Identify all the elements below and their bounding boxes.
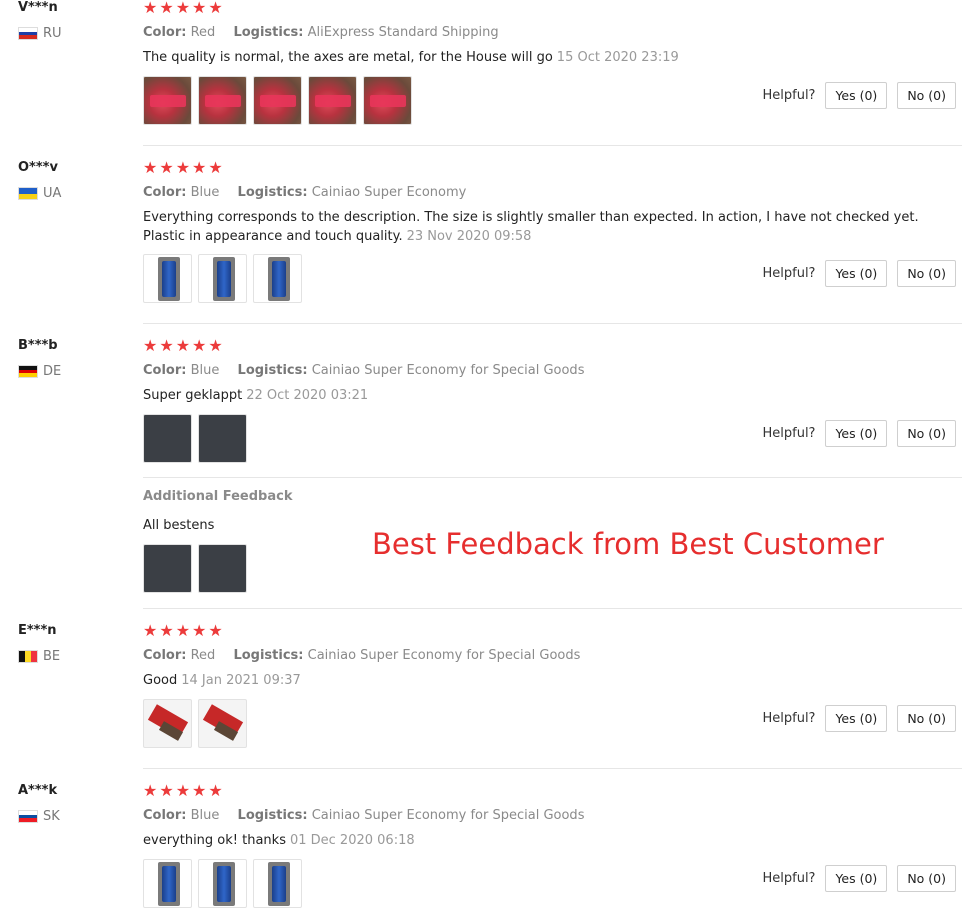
review-date: 15 Oct 2020 23:19: [556, 50, 679, 65]
review-card: V***n RU ★★★★★ Color: Red Logistics: Ali…: [0, 0, 962, 146]
review-card: A***k SK ★★★★★ Color: Blue Logistics: Ca…: [0, 781, 962, 908]
flag-icon: [18, 27, 38, 40]
review-card: E***n BE ★★★★★ Color: Red Logistics: Cai…: [0, 621, 962, 769]
rating-stars: ★★★★★: [143, 621, 225, 640]
review-photo[interactable]: [198, 859, 247, 908]
review-photo[interactable]: [198, 254, 247, 303]
order-info: Color: Blue Logistics: Cainiao Super Eco…: [143, 808, 585, 823]
helpful-no-button[interactable]: No (0): [897, 420, 956, 447]
review-text: Super geklappt 22 Oct 2020 03:21: [143, 388, 369, 403]
helpful-label: Helpful?: [762, 426, 816, 441]
reviewer-name: A***k: [18, 783, 58, 798]
order-info: Color: Blue Logistics: Cainiao Super Eco…: [143, 363, 585, 378]
review-photos: [143, 859, 302, 908]
reviewer-country: DE: [18, 364, 61, 379]
promo-overlay-text: Best Feedback from Best Customer: [372, 527, 884, 561]
order-info: Color: Blue Logistics: Cainiao Super Eco…: [143, 185, 467, 200]
review-photo[interactable]: [253, 76, 302, 125]
review-photo[interactable]: [198, 699, 247, 748]
review-text: everything ok! thanks 01 Dec 2020 06:18: [143, 833, 415, 848]
reviewer-name: V***n: [18, 0, 58, 15]
review-text: The quality is normal, the axes are meta…: [143, 50, 679, 65]
review-date: 14 Jan 2021 09:37: [181, 673, 301, 688]
reviewer-country: BE: [18, 649, 60, 664]
divider: [143, 477, 962, 478]
review-text: Everything corresponds to the descriptio…: [143, 210, 919, 244]
flag-icon: [18, 650, 38, 663]
reviewer-name: E***n: [18, 623, 57, 638]
rating-stars: ★★★★★: [143, 336, 225, 355]
helpful-label: Helpful?: [762, 88, 816, 103]
review-card: O***v UA ★★★★★ Color: Blue Logistics: Ca…: [0, 158, 962, 324]
helpful-controls: Helpful? Yes (0) No (0): [762, 420, 956, 447]
helpful-no-button[interactable]: No (0): [897, 260, 956, 287]
review-photo[interactable]: [253, 859, 302, 908]
rating-stars: ★★★★★: [143, 781, 225, 800]
review-date: 01 Dec 2020 06:18: [289, 833, 415, 848]
review-photo[interactable]: [143, 76, 192, 125]
order-info: Color: Red Logistics: AliExpress Standar…: [143, 25, 499, 40]
helpful-yes-button[interactable]: Yes (0): [825, 260, 888, 287]
review-photo[interactable]: [198, 414, 247, 463]
divider: [143, 768, 962, 769]
review-photo[interactable]: [308, 76, 357, 125]
review-card: B***b DE ★★★★★ Color: Blue Logistics: Ca…: [0, 336, 962, 609]
flag-icon: [18, 810, 38, 823]
helpful-no-button[interactable]: No (0): [897, 865, 956, 892]
helpful-controls: Helpful? Yes (0) No (0): [762, 82, 956, 109]
additional-photos: [143, 544, 247, 593]
reviewer-name: B***b: [18, 338, 58, 353]
review-photo[interactable]: [143, 254, 192, 303]
flag-icon: [18, 187, 38, 200]
helpful-yes-button[interactable]: Yes (0): [825, 865, 888, 892]
divider: [143, 608, 962, 609]
review-photos: [143, 254, 302, 303]
review-photo[interactable]: [253, 254, 302, 303]
reviewer-name: O***v: [18, 160, 58, 175]
rating-stars: ★★★★★: [143, 158, 225, 177]
helpful-label: Helpful?: [762, 266, 816, 281]
review-photo[interactable]: [143, 859, 192, 908]
helpful-controls: Helpful? Yes (0) No (0): [762, 865, 956, 892]
divider: [143, 145, 962, 146]
review-photo[interactable]: [363, 76, 412, 125]
helpful-controls: Helpful? Yes (0) No (0): [762, 705, 956, 732]
additional-feedback-title: Additional Feedback: [143, 489, 293, 504]
helpful-yes-button[interactable]: Yes (0): [825, 420, 888, 447]
helpful-label: Helpful?: [762, 711, 816, 726]
helpful-no-button[interactable]: No (0): [897, 82, 956, 109]
flag-icon: [18, 365, 38, 378]
review-date: 22 Oct 2020 03:21: [246, 388, 369, 403]
reviewer-country: RU: [18, 26, 62, 41]
review-photo[interactable]: [198, 544, 247, 593]
reviewer-country: SK: [18, 809, 60, 824]
helpful-no-button[interactable]: No (0): [897, 705, 956, 732]
helpful-controls: Helpful? Yes (0) No (0): [762, 260, 956, 287]
review-photo[interactable]: [143, 699, 192, 748]
helpful-yes-button[interactable]: Yes (0): [825, 705, 888, 732]
review-photos: [143, 76, 412, 125]
review-photo[interactable]: [143, 414, 192, 463]
review-photos: [143, 699, 247, 748]
reviewer-country: UA: [18, 186, 61, 201]
helpful-yes-button[interactable]: Yes (0): [825, 82, 888, 109]
review-text: Good 14 Jan 2021 09:37: [143, 673, 301, 688]
order-info: Color: Red Logistics: Cainiao Super Econ…: [143, 648, 581, 663]
additional-feedback-text: All bestens: [143, 518, 215, 533]
helpful-label: Helpful?: [762, 871, 816, 886]
review-date: 23 Nov 2020 09:58: [406, 229, 532, 244]
review-photos: [143, 414, 247, 463]
rating-stars: ★★★★★: [143, 0, 225, 17]
divider: [143, 323, 962, 324]
review-photo[interactable]: [198, 76, 247, 125]
review-photo[interactable]: [143, 544, 192, 593]
